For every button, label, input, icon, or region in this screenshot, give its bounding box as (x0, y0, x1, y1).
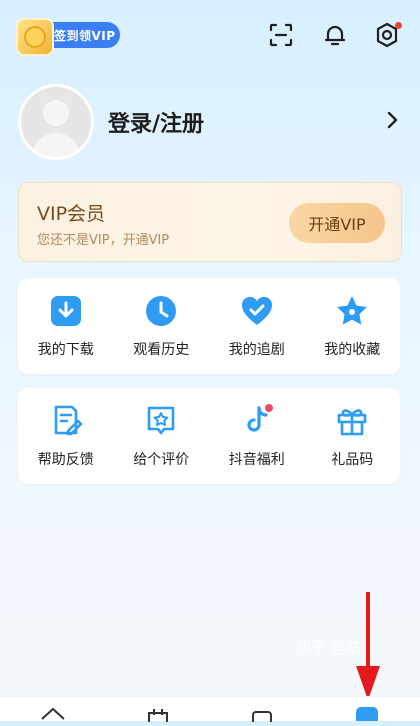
settings-badge-dot (395, 22, 402, 29)
feature-label: 我的收藏 (324, 342, 381, 358)
vip-subtitle: 您还不是VIP，开通VIP (37, 233, 170, 248)
feature-douyin-benefits[interactable]: 抖音福利 (209, 388, 305, 484)
heart-check-icon (239, 293, 275, 329)
feature-my-series[interactable]: 我的追剧 (209, 278, 305, 374)
feature-my-favorites[interactable]: 我的收藏 (305, 278, 401, 374)
chevron-right-icon[interactable] (380, 108, 404, 132)
download-icon (48, 293, 84, 329)
feature-label: 给个评价 (133, 452, 190, 468)
checkin-label: 签到领VIP (54, 28, 116, 43)
scan-icon[interactable] (264, 18, 298, 52)
feature-label: 我的下载 (37, 342, 94, 358)
secondary-features-card: 帮助反馈 给个评价 抖音福利 礼品码 (18, 388, 400, 484)
vip-card[interactable]: VIP会员 您还不是VIP，开通VIP 开通VIP (18, 182, 402, 262)
tiktok-icon (239, 403, 275, 439)
home-tab-icon[interactable] (40, 705, 66, 725)
clock-icon (143, 293, 179, 329)
feature-help-feedback[interactable]: 帮助反馈 (18, 388, 114, 484)
feature-label: 礼品码 (331, 452, 374, 468)
bell-icon[interactable] (318, 18, 352, 52)
profile-tab-icon[interactable] (356, 707, 378, 721)
video-tab-icon[interactable] (250, 707, 274, 726)
feature-label: 帮助反馈 (37, 452, 94, 468)
primary-features-card: 我的下载 观看历史 我的追剧 我的收藏 (18, 278, 400, 374)
feature-watch-history[interactable]: 观看历史 (114, 278, 210, 374)
vip-title: VIP会员 (37, 203, 106, 225)
feature-give-rating[interactable]: 给个评价 (114, 388, 210, 484)
rating-star-icon (143, 403, 179, 439)
open-vip-button[interactable]: 开通VIP (289, 203, 385, 243)
feature-label: 我的追剧 (228, 342, 285, 358)
avatar[interactable] (18, 84, 94, 160)
login-register-link[interactable]: 登录/注册 (108, 106, 204, 138)
feature-label: 观看历史 (133, 342, 190, 358)
red-arrow-annotation (352, 592, 384, 704)
feature-gift-code[interactable]: 礼品码 (305, 388, 401, 484)
settings-icon[interactable] (370, 18, 404, 52)
gift-icon (334, 403, 370, 439)
feature-label: 抖音福利 (228, 452, 285, 468)
calendar-tab-icon[interactable] (146, 707, 170, 726)
feedback-icon (48, 403, 84, 439)
star-icon (334, 293, 370, 329)
checkin-vip-button[interactable]: 签到领VIP (16, 18, 120, 56)
bottom-nav-bar (0, 696, 420, 725)
feature-my-downloads[interactable]: 我的下载 (18, 278, 114, 374)
coin-icon (16, 18, 54, 56)
